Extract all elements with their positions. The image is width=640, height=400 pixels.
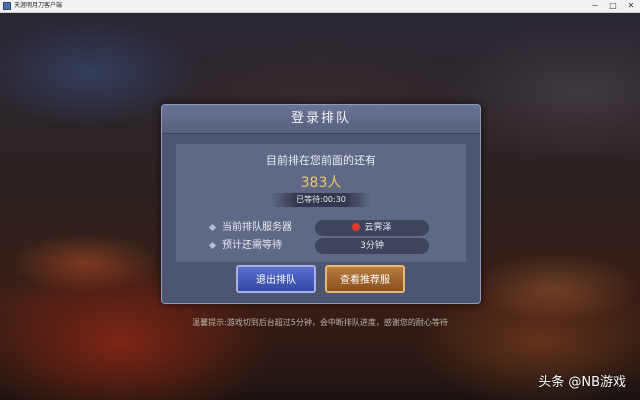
watermark: 头条 @NB游戏 bbox=[538, 375, 626, 390]
server-value: 云霁泽 bbox=[315, 220, 429, 236]
server-label: 当前排队服务器 bbox=[222, 222, 292, 233]
maximize-button[interactable]: □ bbox=[604, 0, 622, 12]
queue-ahead-text: 目前排在您前面的还有 bbox=[266, 154, 376, 167]
close-button[interactable]: ✕ bbox=[622, 0, 640, 12]
eta-label: 预计还需等待 bbox=[222, 240, 282, 251]
background-glow-left bbox=[10, 233, 160, 293]
app-icon bbox=[3, 2, 11, 10]
server-row: 当前排队服务器 云霁泽 bbox=[208, 220, 450, 236]
server-status-dot-icon bbox=[352, 223, 361, 231]
diamond-bullet-icon bbox=[208, 223, 217, 232]
eta-value: 3分钟 bbox=[315, 238, 429, 254]
dialog-title: 登录排队 bbox=[290, 111, 351, 126]
window-controls: ─ □ ✕ bbox=[586, 0, 640, 12]
exit-queue-button[interactable]: 退出排队 bbox=[236, 265, 316, 293]
view-recommended-server-button[interactable]: 查看推荐服 bbox=[325, 265, 405, 293]
wait-time-strip: 已等待:00:30 bbox=[271, 193, 371, 207]
login-queue-dialog: 登录排队 目前排在您前面的还有 383人 已等待:00:30 当前排队服务器 云… bbox=[161, 104, 481, 304]
queue-info-panel: 目前排在您前面的还有 383人 已等待:00:30 当前排队服务器 云霁泽 预计… bbox=[176, 144, 466, 262]
hint-text: 温馨提示:游戏切到后台超过5分钟，会中断排队进度，感谢您的耐心等待 bbox=[192, 318, 448, 327]
background-glow-right bbox=[470, 253, 640, 323]
server-name: 云霁泽 bbox=[364, 223, 392, 233]
queue-count: 383人 bbox=[300, 175, 342, 191]
eta-row: 预计还需等待 3分钟 bbox=[208, 238, 450, 254]
wait-time: 已等待:00:30 bbox=[296, 195, 346, 204]
diamond-bullet-icon bbox=[208, 241, 217, 250]
window-titlebar: 天涯明月刀客户端 ─ □ ✕ bbox=[0, 0, 640, 13]
minimize-button[interactable]: ─ bbox=[586, 0, 604, 12]
window-title: 天涯明月刀客户端 bbox=[14, 2, 63, 9]
